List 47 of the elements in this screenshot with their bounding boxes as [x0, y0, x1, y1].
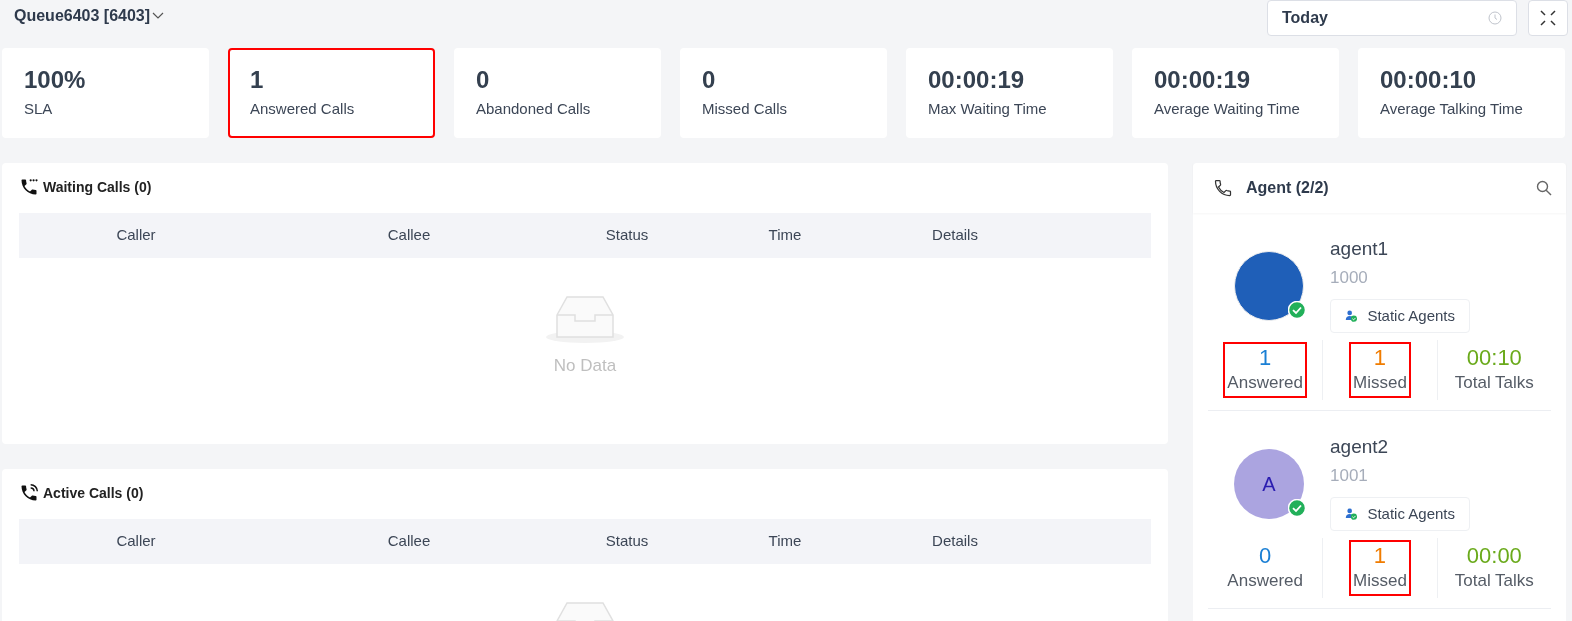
column-header: Time [768, 531, 802, 552]
phone-waiting-icon [19, 177, 39, 197]
fullscreen-icon [1540, 10, 1556, 26]
stat-card: 0 Missed Calls [680, 48, 887, 138]
stat-card: 00:00:19 Average Waiting Time [1132, 48, 1339, 138]
phone-icon [1213, 178, 1233, 198]
column-header: Caller [116, 531, 156, 552]
agent-stat: 00:00 Total Talks [1453, 542, 1535, 592]
agent-extension: 1001 [1330, 465, 1369, 487]
stat-card: 00:00:10 Average Talking Time [1358, 48, 1565, 138]
search-icon[interactable] [1536, 180, 1552, 196]
panel-title: Waiting Calls (0) [43, 177, 152, 197]
column-header: Details [932, 531, 978, 552]
date-field[interactable]: Today [1267, 0, 1517, 36]
chevron-down-icon [152, 12, 165, 20]
agent-type-tag: Static Agents [1330, 299, 1470, 333]
empty-inbox-icon [545, 295, 625, 345]
column-header: Details [932, 225, 978, 246]
agent-name: agent2 [1330, 435, 1390, 459]
fullscreen-button[interactable] [1528, 0, 1568, 36]
agent-stat: 1 Missed [1349, 342, 1411, 398]
agent-extension: 1000 [1330, 267, 1369, 289]
panel-title: Agent (2/2) [1246, 178, 1329, 198]
users-icon [1345, 506, 1358, 522]
agent-name: agent1 [1330, 237, 1390, 261]
agent-stat: 1 Answered [1223, 342, 1307, 398]
column-header: Caller [116, 225, 156, 246]
column-header: Status [605, 531, 649, 552]
agent-stat: 1 Missed [1349, 540, 1411, 596]
queue-selector[interactable]: Queue6403 [6403] [14, 4, 165, 28]
empty-message: No Data [553, 355, 617, 377]
panel-title: Active Calls (0) [43, 483, 144, 503]
column-header: Time [768, 225, 802, 246]
agent-stat: 00:10 Total Talks [1453, 344, 1535, 394]
column-header: Status [605, 225, 649, 246]
clock-icon [1488, 11, 1502, 25]
stat-card: 00:00:19 Max Waiting Time [906, 48, 1113, 138]
stat-card: 1 Answered Calls [228, 48, 435, 138]
agent-type-tag: Static Agents [1330, 497, 1470, 531]
stat-card: 100% SLA [2, 48, 209, 138]
users-icon [1345, 308, 1358, 324]
phone-ringing-icon [19, 483, 39, 503]
avatar: A [1234, 449, 1304, 519]
stat-card: 0 Abandoned Calls [454, 48, 661, 138]
column-header: Callee [387, 531, 431, 552]
agent-stat: 0 Answered [1226, 542, 1304, 592]
column-header: Callee [387, 225, 431, 246]
